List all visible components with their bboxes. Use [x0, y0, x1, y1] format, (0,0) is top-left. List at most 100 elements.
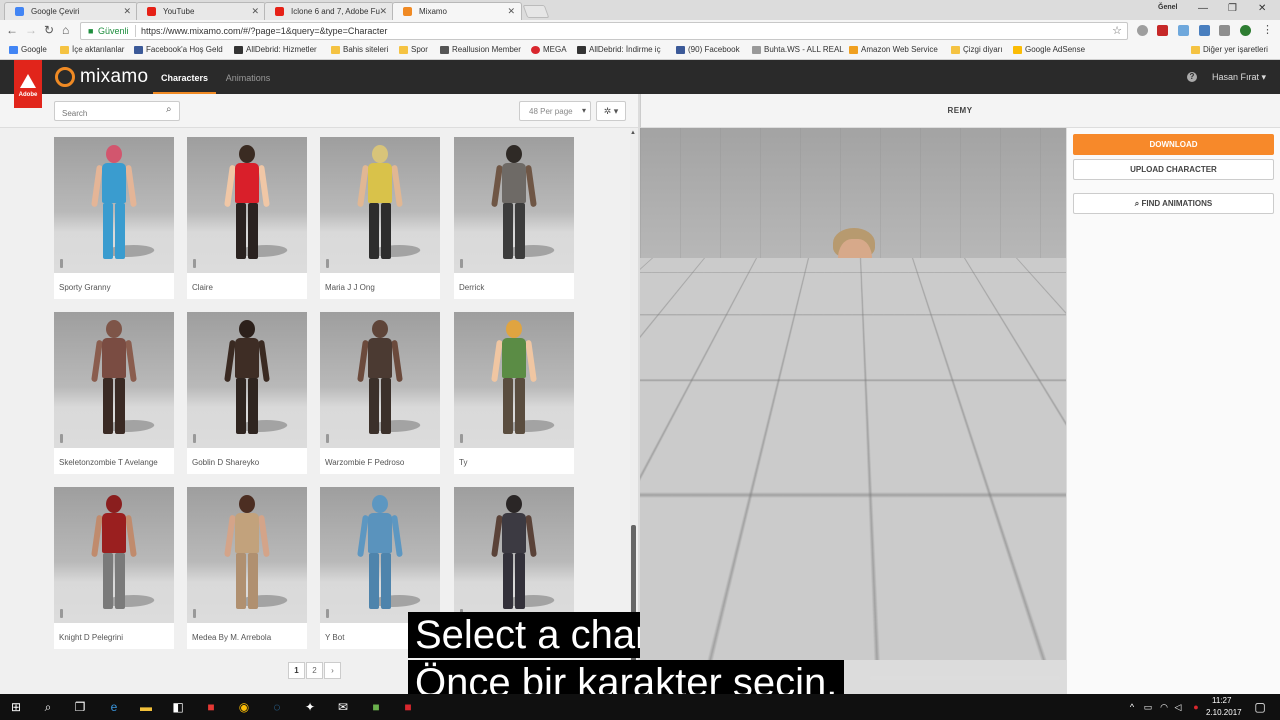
- mega-tray-icon[interactable]: ●: [1188, 699, 1204, 715]
- nvidia-icon[interactable]: ■: [368, 699, 384, 715]
- settings-dropdown-button[interactable]: ✲ ▾: [596, 101, 626, 121]
- green-extension-icon[interactable]: [1240, 25, 1251, 36]
- clock-date[interactable]: 2.10.2017: [1206, 708, 1242, 717]
- figure-icon: [193, 259, 196, 268]
- restore-icon[interactable]: ❐: [1228, 3, 1237, 14]
- tab-animations[interactable]: Animations: [220, 60, 276, 94]
- character-card[interactable]: Maria J J Ong: [320, 137, 440, 299]
- bookmark-item[interactable]: Reallusion Member: [440, 45, 521, 54]
- timeline-bar[interactable]: [870, 676, 1060, 680]
- pagination-page-1[interactable]: 1: [288, 662, 305, 679]
- search-input[interactable]: [54, 101, 180, 121]
- notifications-icon[interactable]: ▢: [1252, 699, 1268, 715]
- character-card[interactable]: Medea By M. Arrebola: [187, 487, 307, 649]
- browser-tab-mixamo[interactable]: Mixamo ✕: [392, 2, 522, 20]
- bookmark-folder[interactable]: Bahis siteleri: [331, 45, 388, 54]
- browser-tab-google-ceviri[interactable]: Google Çeviri ✕: [4, 2, 138, 20]
- user-menu[interactable]: Hasan Fırat ▾: [1212, 72, 1266, 83]
- battery-icon[interactable]: ▭: [1140, 699, 1156, 715]
- close-window-icon[interactable]: ✕: [1258, 3, 1266, 14]
- upload-character-button[interactable]: UPLOAD CHARACTER: [1073, 159, 1274, 180]
- close-icon[interactable]: ✕: [507, 6, 515, 17]
- bookmark-star-icon[interactable]: ☆: [1112, 24, 1122, 37]
- bookmark-item[interactable]: AllDebrid: İndirme iç: [577, 45, 661, 54]
- find-animations-button[interactable]: ⌕ FIND ANIMATIONS: [1073, 193, 1274, 214]
- mail-icon[interactable]: ✉: [335, 699, 351, 715]
- search-icon[interactable]: ⌕: [40, 699, 56, 715]
- bookmark-label: Google AdSense: [1025, 45, 1086, 54]
- download-button[interactable]: DOWNLOAD: [1073, 134, 1274, 155]
- app-icon[interactable]: ■: [400, 699, 416, 715]
- character-thumbnail: [187, 312, 307, 448]
- gift-icon[interactable]: ■: [203, 699, 219, 715]
- per-page-select[interactable]: 48 Per page ▾: [519, 101, 591, 121]
- help-icon[interactable]: ?: [1187, 72, 1197, 82]
- new-tab-button[interactable]: [522, 5, 550, 18]
- chrome-icon[interactable]: ◉: [236, 699, 252, 715]
- character-preview[interactable]: [720, 225, 1030, 555]
- character-card[interactable]: Ty: [454, 312, 574, 474]
- file-explorer-icon[interactable]: ▬: [138, 699, 154, 715]
- character-card[interactable]: Knight D Pelegrini: [54, 487, 174, 649]
- bookmark-item[interactable]: Google AdSense: [1013, 45, 1085, 54]
- app-icon[interactable]: ◌: [269, 699, 285, 715]
- reload-icon[interactable]: ↻: [44, 23, 54, 37]
- bookmark-folder[interactable]: Spor: [399, 45, 428, 54]
- home-icon[interactable]: ⌂: [62, 23, 69, 37]
- bookmark-folder[interactable]: İçe aktarılanlar: [60, 45, 124, 54]
- character-title: REMY: [947, 106, 973, 115]
- bookmark-item[interactable]: Google: [9, 45, 47, 54]
- mixamo-logo-icon[interactable]: [55, 67, 75, 87]
- character-thumbnail: [454, 137, 574, 273]
- bookmark-folder[interactable]: Çizgi diyarı: [951, 45, 1003, 54]
- edge-icon[interactable]: e: [106, 699, 122, 715]
- rotate-icon[interactable]: ↻: [648, 582, 657, 595]
- forward-icon[interactable]: →: [25, 23, 37, 37]
- grid-extension-icon[interactable]: [1178, 25, 1189, 36]
- bookmark-item[interactable]: Amazon Web Service: [849, 45, 938, 54]
- app-icon[interactable]: ✦: [302, 699, 318, 715]
- pdf-icon[interactable]: [1157, 25, 1168, 36]
- cloud-extension-icon[interactable]: [1219, 25, 1230, 36]
- menu-icon[interactable]: ⋮: [1262, 25, 1273, 36]
- close-icon[interactable]: ✕: [251, 6, 259, 17]
- character-card[interactable]: Warzombie F Pedroso: [320, 312, 440, 474]
- character-card[interactable]: Claire: [187, 137, 307, 299]
- extension-icon[interactable]: [1137, 25, 1148, 36]
- bookmark-folder[interactable]: Diğer yer işaretleri: [1191, 45, 1268, 54]
- pagination-page-2[interactable]: 2: [306, 662, 323, 679]
- profile-button[interactable]: Ğenel: [1158, 4, 1177, 11]
- browser-tab-iclone[interactable]: Iclone 6 and 7, Adobe Fu ✕: [264, 2, 394, 20]
- clock-time[interactable]: 11:27: [1212, 696, 1231, 705]
- tray-chevron-icon[interactable]: ^: [1124, 699, 1140, 715]
- adobe-logo[interactable]: Adobe: [14, 60, 42, 108]
- skeleton-icon[interactable]: ☺: [648, 562, 659, 574]
- close-icon[interactable]: ✕: [123, 6, 131, 17]
- back-icon[interactable]: ←: [6, 23, 18, 37]
- pagination-next[interactable]: ›: [324, 662, 341, 679]
- character-card[interactable]: Goblin D Shareyko: [187, 312, 307, 474]
- bookmark-item[interactable]: Facebook'a Hoş Geld: [134, 45, 223, 54]
- bookmark-item[interactable]: (90) Facebook: [676, 45, 740, 54]
- bookmark-item[interactable]: AllDebrid: Hizmetler: [234, 45, 317, 54]
- character-card[interactable]: Sporty Granny: [54, 137, 174, 299]
- task-view-icon[interactable]: ❐: [72, 699, 88, 715]
- close-icon[interactable]: ✕: [379, 6, 387, 17]
- character-name: Goblin D Shareyko: [192, 458, 260, 467]
- bookmark-item[interactable]: Buhta.WS - ALL REAL: [752, 45, 844, 54]
- character-card[interactable]: Skeletonzombie T Avelange: [54, 312, 174, 474]
- iq-extension-icon[interactable]: [1199, 25, 1210, 36]
- volume-icon[interactable]: ◁: [1170, 699, 1186, 715]
- minimize-icon[interactable]: —: [1198, 3, 1208, 14]
- browser-tab-youtube[interactable]: YouTube ✕: [136, 2, 266, 20]
- address-bar[interactable]: ■ Güvenli https://www.mixamo.com/#/?page…: [80, 22, 1128, 40]
- bookmark-item[interactable]: MEGA: [531, 45, 567, 54]
- store-icon[interactable]: ◧: [170, 699, 186, 715]
- scroll-up-icon[interactable]: ▲: [630, 130, 636, 136]
- tab-characters[interactable]: Characters: [153, 60, 216, 94]
- windows-start-icon[interactable]: ⊞: [8, 699, 24, 715]
- move-icon[interactable]: ✛: [648, 598, 657, 611]
- app-name[interactable]: mixamo: [80, 66, 148, 88]
- character-card[interactable]: Derrick: [454, 137, 574, 299]
- search-icon[interactable]: ⌕: [166, 104, 172, 115]
